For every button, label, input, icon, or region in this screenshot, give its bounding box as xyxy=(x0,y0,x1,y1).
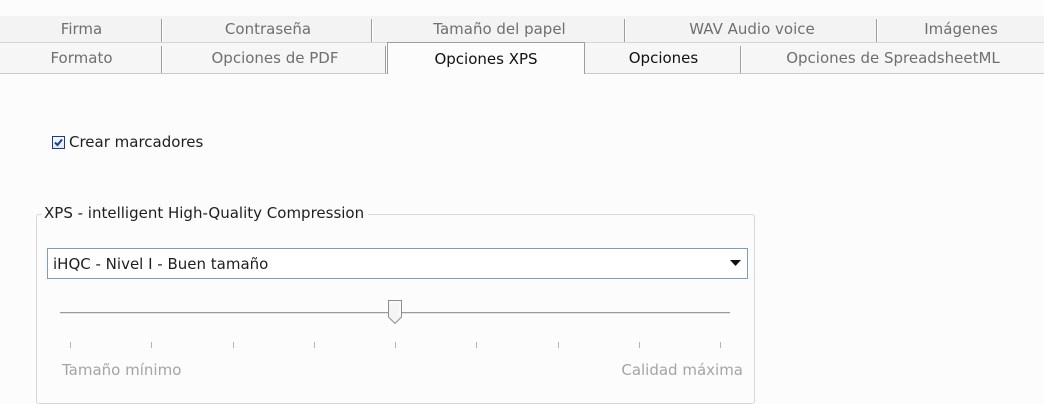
slider-tick xyxy=(557,342,559,348)
compression-group-title: XPS - intelligent High-Quality Compressi… xyxy=(42,204,369,222)
tab-label: Opciones de SpreadsheetML xyxy=(786,49,1000,67)
tab-label: Opciones XPS xyxy=(434,49,538,68)
slider-tick xyxy=(70,342,71,348)
slider-min-label: Tamaño mínimo xyxy=(62,361,182,379)
tab-wav-audio-voice[interactable]: WAV Audio voice xyxy=(626,16,878,42)
compression-slider[interactable] xyxy=(60,300,730,360)
tab-opciones[interactable]: Opciones xyxy=(585,43,742,73)
slider-tick xyxy=(476,342,478,348)
tab-label: Contraseña xyxy=(224,20,312,38)
dropdown-value: iHQC - Nivel I - Buen tamaño xyxy=(53,254,269,273)
tab-row-back: Firma Contraseña Tamaño del papel WAV Au… xyxy=(0,16,1044,43)
tab-tamano-del-papel[interactable]: Tamaño del papel xyxy=(373,16,626,42)
chevron-down-icon[interactable] xyxy=(723,260,747,267)
create-bookmarks-label: Crear marcadores xyxy=(69,133,204,151)
tab-contrasena[interactable]: Contraseña xyxy=(163,16,373,42)
tab-opciones-xps[interactable]: Opciones XPS xyxy=(387,42,585,74)
compression-level-dropdown[interactable]: iHQC - Nivel I - Buen tamaño xyxy=(47,248,748,279)
tab-imagenes[interactable]: Imágenes xyxy=(878,16,1044,42)
tab-panel-opciones-xps: Crear marcadores XPS - intelligent High-… xyxy=(0,74,1044,404)
tab-opciones-de-spreadsheetml[interactable]: Opciones de SpreadsheetML xyxy=(742,43,1044,73)
checkmark-icon xyxy=(54,138,63,146)
tab-firma[interactable]: Firma xyxy=(0,16,163,42)
tab-opciones-de-pdf[interactable]: Opciones de PDF xyxy=(163,43,387,73)
tab-formato[interactable]: Formato xyxy=(0,43,163,73)
tab-label: Firma xyxy=(60,20,103,38)
tab-label: WAV Audio voice xyxy=(689,20,815,38)
slider-tick xyxy=(151,342,153,348)
checkbox-box[interactable] xyxy=(52,135,65,149)
tab-label: Formato xyxy=(50,49,113,67)
slider-tick xyxy=(232,342,234,348)
tab-label: Opciones xyxy=(628,49,699,67)
slider-thumb-icon[interactable] xyxy=(388,300,402,325)
slider-tick xyxy=(638,342,640,348)
slider-tick xyxy=(313,342,315,348)
tab-row-front: Formato Opciones de PDF Opciones XPS Opc… xyxy=(0,42,1044,74)
slider-tick xyxy=(720,342,721,348)
tab-label: Opciones de PDF xyxy=(211,49,339,67)
create-bookmarks-checkbox[interactable]: Crear marcadores xyxy=(52,133,203,151)
tab-label: Imágenes xyxy=(924,20,998,38)
slider-max-label: Calidad máxima xyxy=(621,361,743,379)
slider-tick xyxy=(395,342,396,348)
tab-label: Tamaño del papel xyxy=(433,20,566,38)
